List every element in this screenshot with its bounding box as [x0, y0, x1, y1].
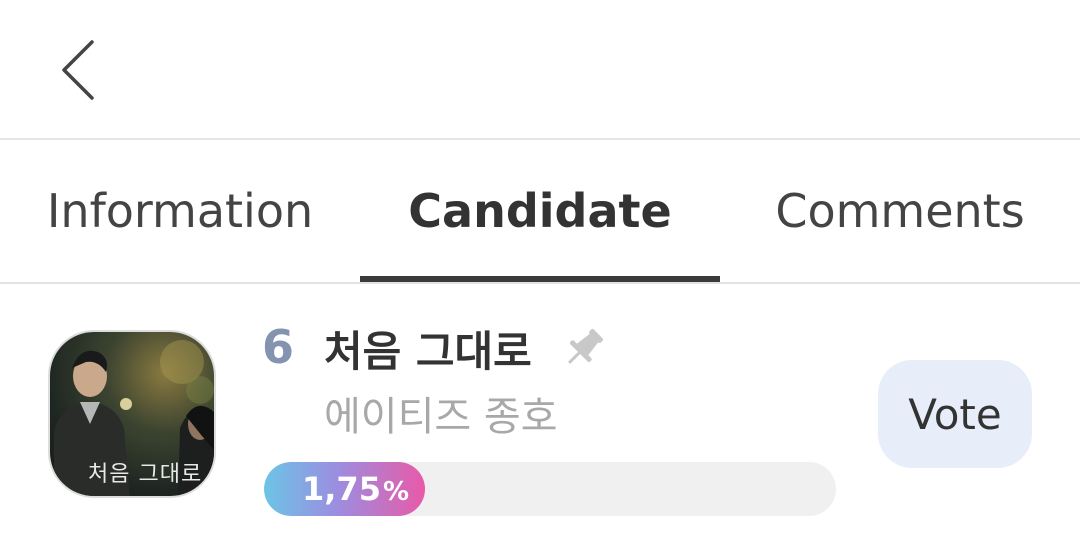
rank-number: 6 [262, 320, 295, 374]
vote-progress-bar: 1,75% [264, 462, 836, 516]
vote-percentage: 1,75% [302, 462, 409, 516]
top-bar [0, 0, 1080, 140]
back-button[interactable] [48, 30, 118, 110]
tab-bar: Information Candidate Comments [0, 140, 1080, 284]
artist-name: 에이티즈 종호 [324, 394, 558, 440]
song-title: 처음 그대로 [324, 327, 532, 376]
vote-button[interactable]: Vote [878, 360, 1032, 468]
active-tab-indicator [360, 276, 720, 282]
chevron-left-icon [48, 30, 118, 110]
album-cover: 처음 그대로 [48, 330, 216, 498]
vote-percentage-unit: % [382, 477, 410, 507]
vote-percentage-value: 1,75 [302, 470, 381, 508]
tab-comments[interactable]: Comments [720, 140, 1080, 282]
pin-icon[interactable] [560, 324, 608, 372]
candidate-row: 처음 그대로 6 처음 그대로 에이티즈 종호 1,75% Vote [0, 284, 1080, 556]
tab-candidate[interactable]: Candidate [360, 140, 720, 282]
album-cover-title: 처음 그대로 [88, 462, 203, 487]
tab-information[interactable]: Information [0, 140, 360, 282]
